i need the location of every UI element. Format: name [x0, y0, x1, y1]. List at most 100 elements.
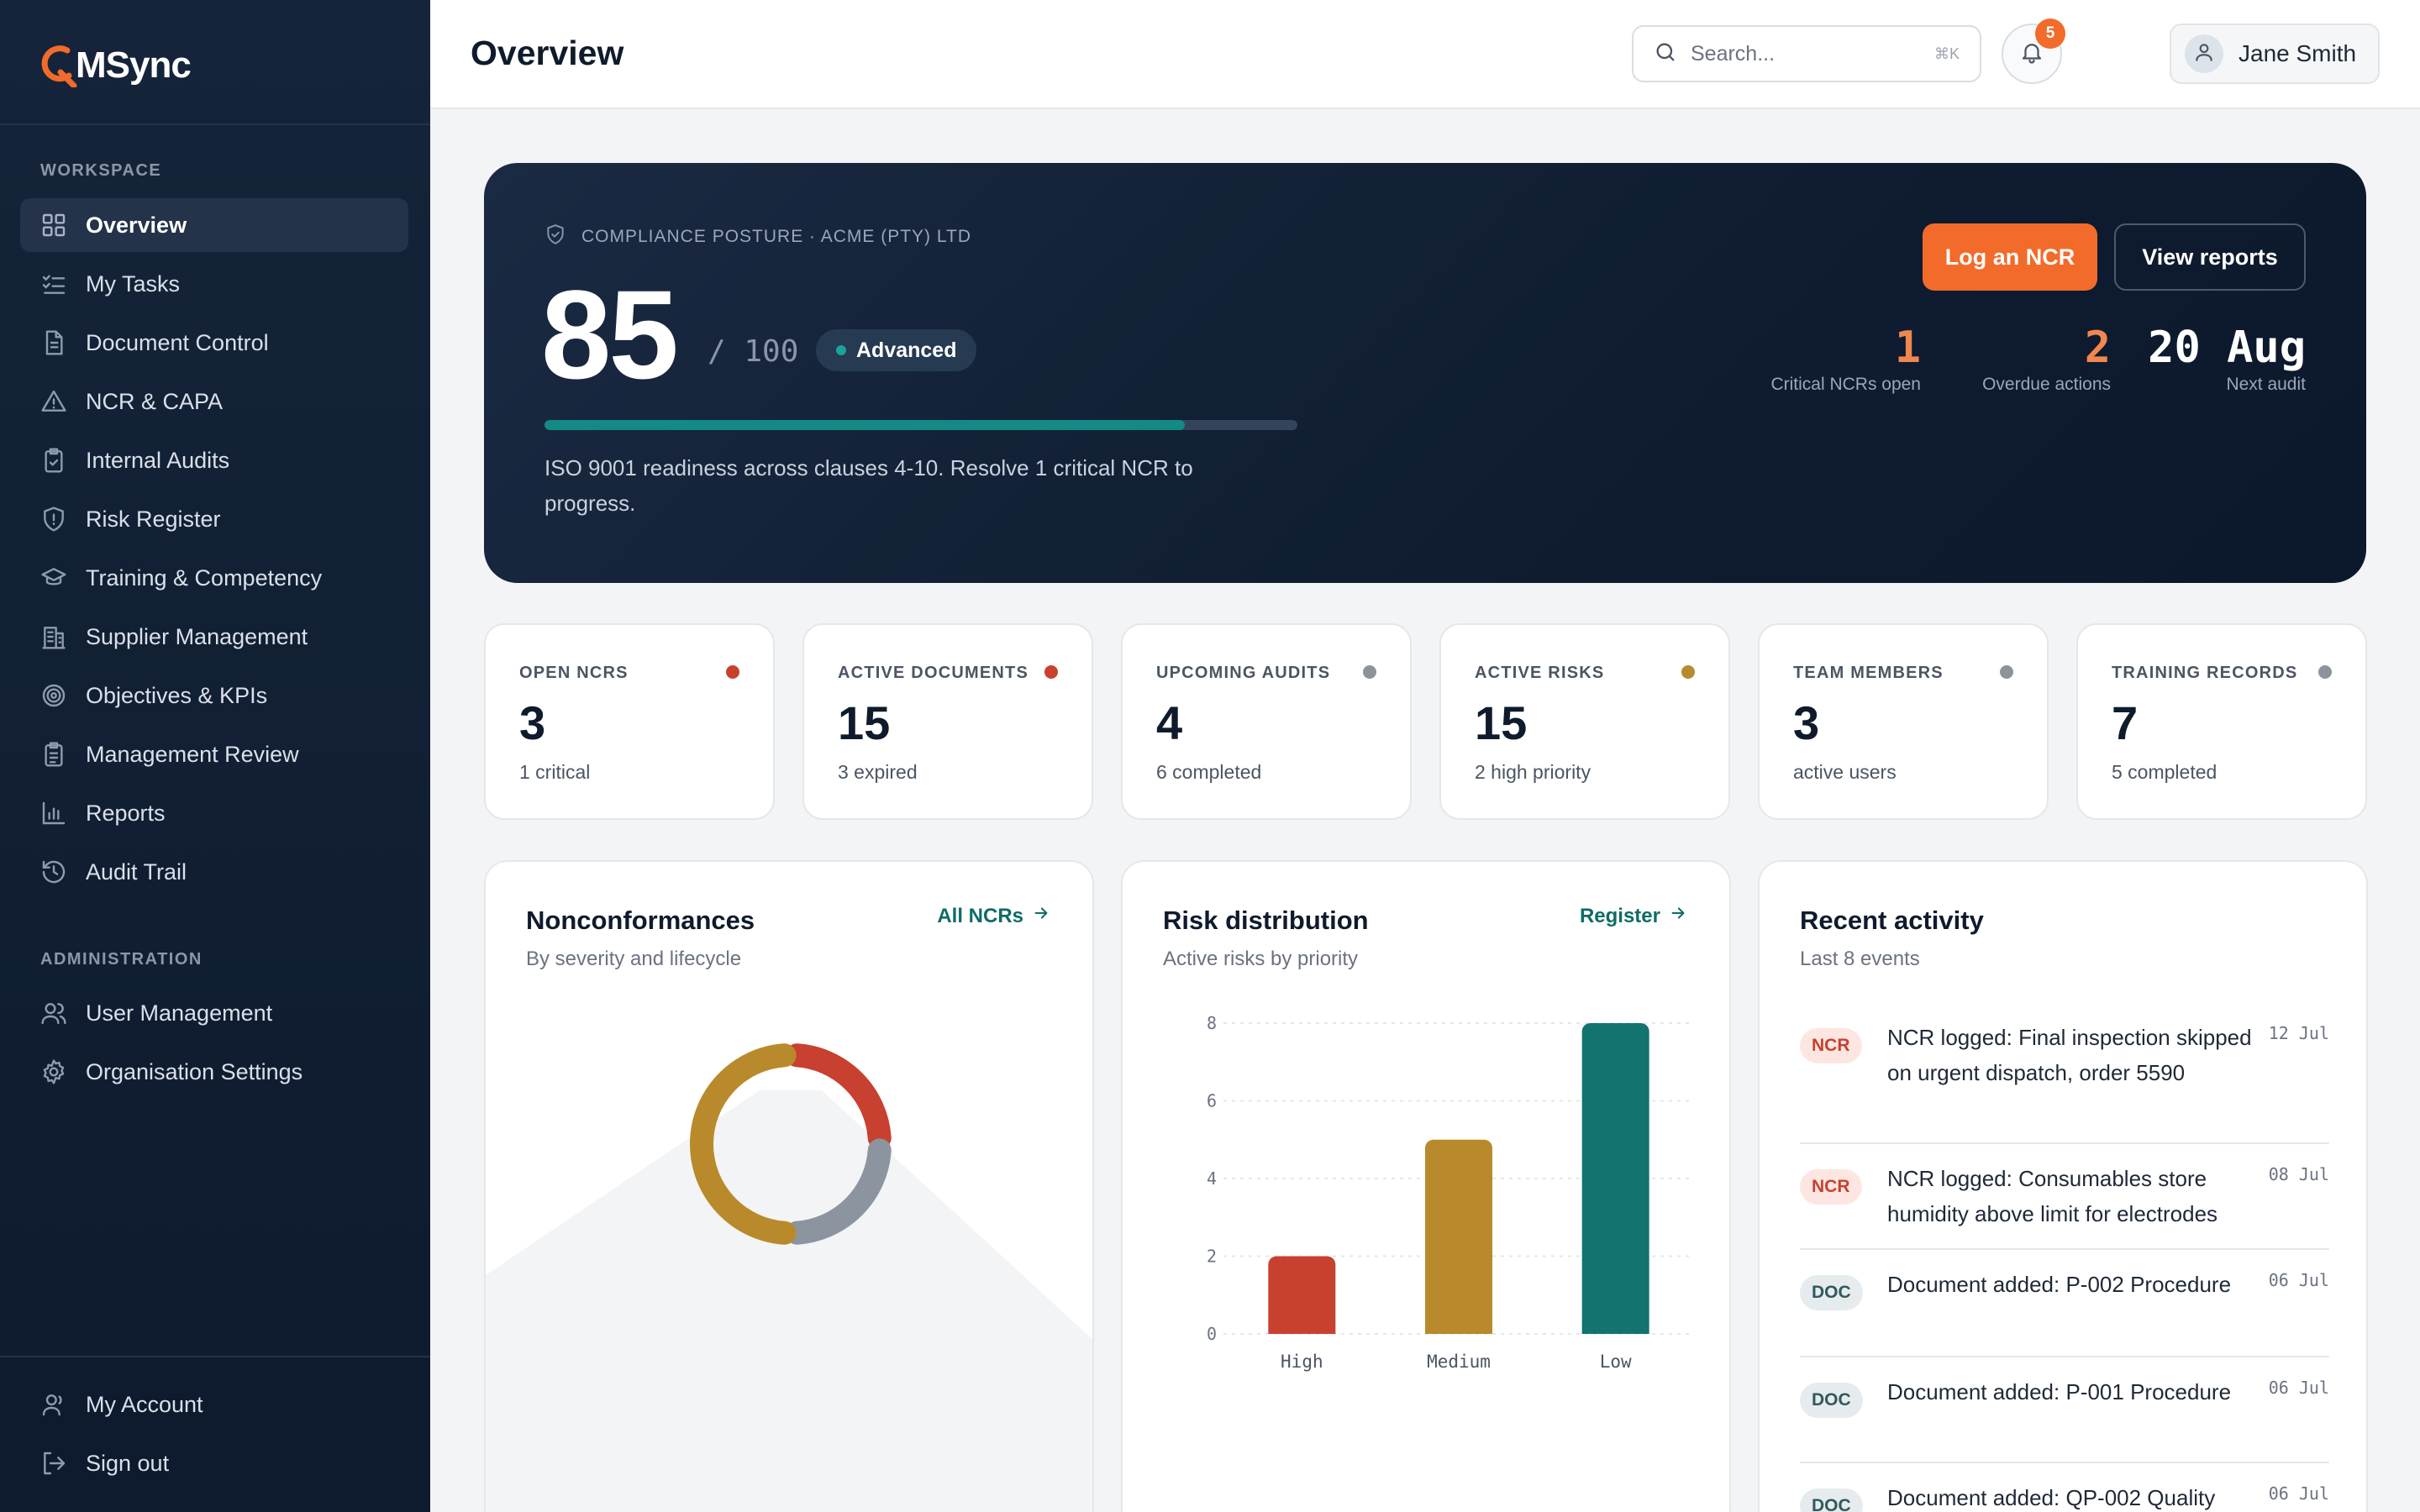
stat-value: 20 Aug [2148, 323, 2306, 373]
search-placeholder: Search... [1691, 41, 1776, 66]
activity-date: 06 Jul [2268, 1483, 2329, 1504]
risk-distribution-panel: Risk distribution Active risks by priori… [1121, 860, 1731, 1512]
activity-date: 12 Jul [2268, 1023, 2329, 1043]
donut-segment-2 [690, 1043, 797, 1245]
hero-description: ISO 9001 readiness across clauses 4-10. … [544, 455, 1193, 516]
users-icon [40, 1000, 67, 1026]
user-icon [2193, 41, 2215, 67]
sidebar-section-administration: ADMINISTRATION [40, 950, 203, 969]
activity-text: Document added: P-002 Procedure [1887, 1272, 2232, 1297]
notifications-button[interactable]: 5 [2002, 18, 2065, 84]
panel-subtitle: Last 8 events [1800, 948, 1920, 970]
kpi-team-members[interactable]: TEAM MEMBERS 3 active users [1758, 623, 2049, 820]
sidebar-item-my-tasks[interactable]: My Tasks [20, 257, 408, 311]
sidebar-item-organisation-settings[interactable]: Organisation Settings [20, 1045, 408, 1099]
sidebar-item-label: Training & Competency [86, 564, 323, 591]
sidebar-item-label: Supplier Management [86, 623, 308, 649]
shield-check-icon [544, 223, 581, 250]
kpi-label: OPEN NCRS [519, 664, 629, 682]
activity-tag: DOC [1800, 1383, 1863, 1418]
kpi-upcoming-audits[interactable]: UPCOMING AUDITS 4 6 completed [1121, 623, 1412, 820]
status-dot [1681, 665, 1695, 679]
sidebar-item-label: Audit Trail [86, 858, 187, 885]
sidebar-divider [0, 1356, 430, 1357]
status-dot [1044, 665, 1058, 679]
sidebar-item-ncr-capa[interactable]: NCR & CAPA [20, 375, 408, 428]
warning-icon [40, 388, 67, 415]
sidebar-item-user-management[interactable]: User Management [20, 986, 408, 1040]
sidebar-item-label: User Management [86, 1000, 273, 1026]
sidebar-item-label: Overview [86, 212, 187, 238]
sidebar-item-audit-trail[interactable]: Audit Trail [20, 845, 408, 899]
x-tick-label: High [1281, 1352, 1323, 1372]
activity-date: 06 Jul [2268, 1270, 2329, 1290]
clipboard-check-icon [40, 447, 67, 474]
log-ncr-button[interactable]: Log an NCR [1923, 223, 2097, 291]
kpi-label: TEAM MEMBERS [1793, 664, 1944, 682]
kpi-label: TRAINING RECORDS [2112, 664, 2298, 682]
activity-tag: DOC [1800, 1275, 1863, 1310]
activity-date: 06 Jul [2268, 1378, 2329, 1398]
donut-segment-1 [785, 1138, 892, 1245]
search-shortcut: ⌘K [1933, 45, 1960, 62]
activity-divider [1800, 1142, 2329, 1144]
user-menu-button[interactable]: Jane Smith [2170, 24, 2380, 84]
hero-kicker: COMPLIANCE POSTURE · ACME (PTY) LTD [544, 223, 971, 250]
activity-tag: NCR [1800, 1028, 1862, 1063]
kpi-active-documents[interactable]: ACTIVE DOCUMENTS 15 3 expired [802, 623, 1093, 820]
activity-text: NCR logged: Consumables store humidity a… [1887, 1166, 2218, 1226]
view-reports-button[interactable]: View reports [2114, 223, 2306, 291]
risk-bar-chart: 0 2 4 6 8 High Medium Low [1207, 1013, 1694, 1372]
target-icon [40, 682, 67, 709]
stat-label: Overdue actions [1982, 375, 2111, 394]
stat-value: 2 [2084, 323, 2111, 373]
sidebar-item-overview[interactable]: Overview [20, 198, 408, 252]
bar-high[interactable] [1268, 1256, 1336, 1335]
sidebar-item-document-control[interactable]: Document Control [20, 316, 408, 370]
stat-label: Critical NCRs open [1770, 375, 1921, 394]
donut-segment-0 [785, 1043, 892, 1150]
activity-date: 08 Jul [2268, 1164, 2329, 1184]
ncr-donut-chart [690, 1043, 892, 1245]
sidebar-item-supplier-management[interactable]: Supplier Management [20, 610, 408, 664]
kpi-sub: 5 completed [2112, 761, 2217, 783]
sidebar-item-reports[interactable]: Reports [20, 786, 408, 840]
sidebar-item-management-review[interactable]: Management Review [20, 727, 408, 781]
kpi-open-ncrs[interactable]: OPEN NCRS 3 1 critical [484, 623, 775, 820]
sidebar-item-label: Objectives & KPIs [86, 682, 268, 708]
search-input[interactable]: Search... ⌘K [1632, 25, 1981, 82]
shield-alert-icon [40, 506, 67, 533]
sidebar-item-training-competency[interactable]: Training & Competency [20, 551, 408, 605]
status-dot [726, 665, 739, 679]
brand-logo[interactable]: MSync [39, 40, 192, 91]
stat-value: 1 [1894, 323, 1921, 373]
compliance-score: 85 [541, 264, 679, 405]
sidebar-item-risk-register[interactable]: Risk Register [20, 492, 408, 546]
bar-medium[interactable] [1425, 1139, 1492, 1334]
sidebar-item-sign-out[interactable]: Sign out [20, 1436, 408, 1490]
sidebar-item-label: NCR & CAPA [86, 388, 224, 414]
stat-label: Next audit [2226, 375, 2306, 394]
sidebar-item-label: My Tasks [86, 270, 181, 297]
sidebar-item-label: Reports [86, 800, 166, 826]
kpi-active-risks[interactable]: ACTIVE RISKS 15 2 high priority [1439, 623, 1730, 820]
grid-icon [40, 212, 67, 239]
compliance-progress-fill [544, 420, 1185, 430]
sidebar-item-label: Risk Register [86, 506, 221, 532]
kpi-value: 3 [1793, 696, 1820, 749]
kpi-value: 4 [1156, 696, 1183, 749]
sidebar-item-label: Organisation Settings [86, 1058, 303, 1084]
bar-base [1581, 1326, 1649, 1334]
kpi-training-records[interactable]: TRAINING RECORDS 7 5 completed [2076, 623, 2367, 820]
sidebar-item-objectives-kpis[interactable]: Objectives & KPIs [20, 669, 408, 722]
kpi-sub: 1 critical [519, 761, 591, 783]
brand-mark-icon [39, 44, 79, 89]
kpi-value: 7 [2112, 696, 2139, 749]
nonconformances-panel: Nonconformances By severity and lifecycl… [484, 860, 1094, 1512]
kpi-sub: active users [1793, 761, 1897, 783]
sidebar-item-my-account[interactable]: My Account [20, 1378, 408, 1431]
sidebar-item-internal-audits[interactable]: Internal Audits [20, 433, 408, 487]
sidebar-item-label: Document Control [86, 329, 269, 355]
gear-icon [40, 1058, 67, 1085]
bar-low[interactable] [1581, 1023, 1649, 1334]
